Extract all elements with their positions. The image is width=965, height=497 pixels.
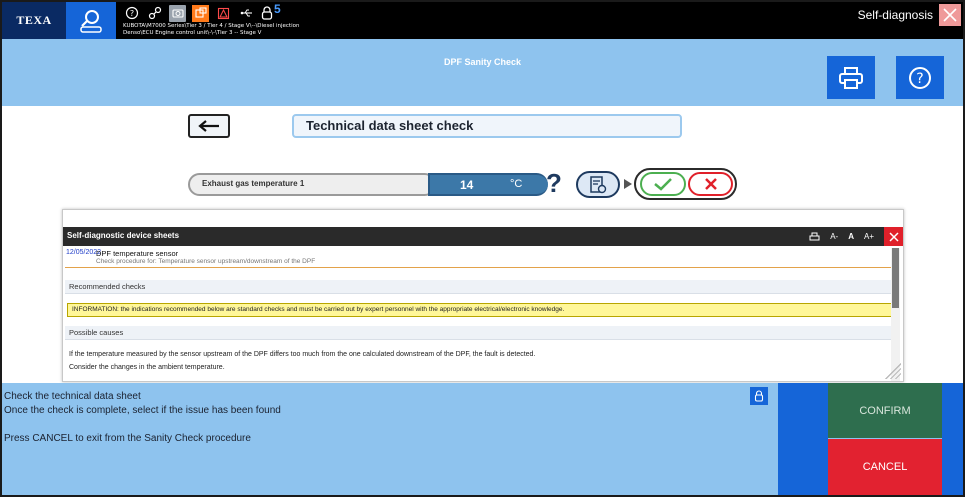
- app-close-button[interactable]: [939, 4, 961, 26]
- top-bar: TEXA ? 5 KUBOTA\M7000 Series\Tier 3 / Ti…: [2, 2, 963, 39]
- data-sheet-icon: [590, 175, 607, 193]
- sheet-scrollbar[interactable]: [891, 248, 900, 381]
- information-notice: INFORMATION: the indications recommended…: [67, 303, 891, 317]
- sheet-content: 12/05/2022 DPF temperature sensor Check …: [65, 248, 891, 380]
- settings-link-icon[interactable]: [146, 5, 163, 22]
- lock-count: 5: [274, 2, 281, 16]
- svg-text:?: ?: [129, 9, 133, 18]
- warning-icon[interactable]: [215, 5, 232, 22]
- storage-icon[interactable]: [192, 4, 209, 22]
- camera-icon[interactable]: [169, 4, 186, 22]
- instruction-line-2: Once the check is complete, select if th…: [4, 405, 281, 416]
- parameter-label: Exhaust gas temperature 1: [188, 173, 436, 196]
- device-sheet-panel: Self-diagnostic device sheets A- A A+ 12…: [62, 209, 904, 382]
- path-line-2: Denso\ECU Engine control unit\-\-\Tier 3…: [123, 30, 262, 36]
- lock-status: 5: [261, 2, 281, 20]
- check-title: Technical data sheet check: [292, 114, 682, 138]
- possible-causes-heading: Possible causes: [65, 326, 891, 340]
- back-button[interactable]: [188, 114, 230, 138]
- entry-name[interactable]: DPF temperature sensor: [96, 249, 178, 258]
- scroll-thumb[interactable]: [892, 248, 899, 308]
- font-normal-button[interactable]: A: [848, 232, 854, 241]
- issue-found-yes-button[interactable]: [640, 172, 686, 196]
- result-selector: [634, 168, 737, 200]
- print-button[interactable]: [827, 56, 875, 99]
- procedure-header: DPF Sanity Check ?: [2, 39, 963, 106]
- back-arrow-icon: [198, 120, 219, 132]
- cause-line: Consider the changes in the ambient temp…: [69, 364, 225, 371]
- font-smaller-button[interactable]: A-: [830, 232, 838, 241]
- parameter-help-button[interactable]: ?: [546, 168, 572, 198]
- help-icon[interactable]: ?: [123, 5, 140, 22]
- sheet-toolbar: A- A A+: [809, 227, 903, 246]
- cancel-button[interactable]: CANCEL: [828, 439, 942, 495]
- close-icon: [888, 231, 899, 242]
- cause-line: If the temperature measured by the senso…: [69, 351, 536, 358]
- texa-logo: TEXA: [2, 2, 66, 39]
- vehicle-path: KUBOTA\M7000 Series\Tier 3 / Tier 4 / St…: [123, 23, 299, 37]
- user-scan-button[interactable]: [66, 2, 116, 39]
- status-icons: ? 5: [123, 2, 281, 22]
- user-scan-icon: [80, 9, 102, 33]
- parameter-unit: °C: [510, 178, 523, 190]
- help-icon: ?: [909, 66, 931, 89]
- entry-divider: [65, 267, 891, 268]
- close-icon: [704, 178, 717, 190]
- side-strip-left: [778, 383, 828, 495]
- close-icon: [943, 8, 957, 22]
- lock-icon: [754, 390, 764, 402]
- app-window: TEXA ? 5 KUBOTA\M7000 Series\Tier 3 / Ti…: [0, 0, 965, 497]
- lock-icon: [261, 6, 273, 20]
- check-icon: [654, 178, 672, 191]
- procedure-title: DPF Sanity Check: [443, 57, 522, 67]
- recommended-checks-heading: Recommended checks: [65, 280, 891, 294]
- sheet-close-button[interactable]: [884, 227, 903, 246]
- data-sheet-button[interactable]: [576, 171, 620, 198]
- arrow-indicator: [624, 179, 632, 189]
- parameter-value: 14: [460, 178, 474, 192]
- instruction-line-3: Press CANCEL to exit from the Sanity Che…: [4, 433, 251, 444]
- parameter-value-display: 14 °C: [428, 173, 548, 196]
- print-icon[interactable]: [809, 232, 820, 242]
- font-larger-button[interactable]: A+: [864, 232, 874, 241]
- path-line-1: KUBOTA\M7000 Series\Tier 3 / Tier 4 / St…: [123, 23, 300, 29]
- entry-subtitle: Check procedure for: Temperature sensor …: [96, 258, 316, 265]
- sheet-header: Self-diagnostic device sheets A- A A+: [63, 227, 903, 246]
- help-button[interactable]: ?: [896, 56, 944, 99]
- resize-grip[interactable]: [885, 363, 901, 379]
- lock-button[interactable]: [750, 387, 768, 405]
- app-title: Self-diagnosis: [857, 8, 933, 22]
- issue-found-no-button[interactable]: [688, 172, 733, 196]
- instruction-panel: Check the technical data sheet Once the …: [2, 383, 963, 495]
- print-icon: [839, 66, 863, 89]
- sheet-title: Self-diagnostic device sheets: [67, 231, 180, 240]
- side-strip-right: [942, 383, 963, 495]
- usb-icon: [238, 5, 255, 22]
- instruction-line-1: Check the technical data sheet: [4, 391, 141, 402]
- svg-text:?: ?: [916, 71, 923, 87]
- confirm-button[interactable]: CONFIRM: [828, 383, 942, 438]
